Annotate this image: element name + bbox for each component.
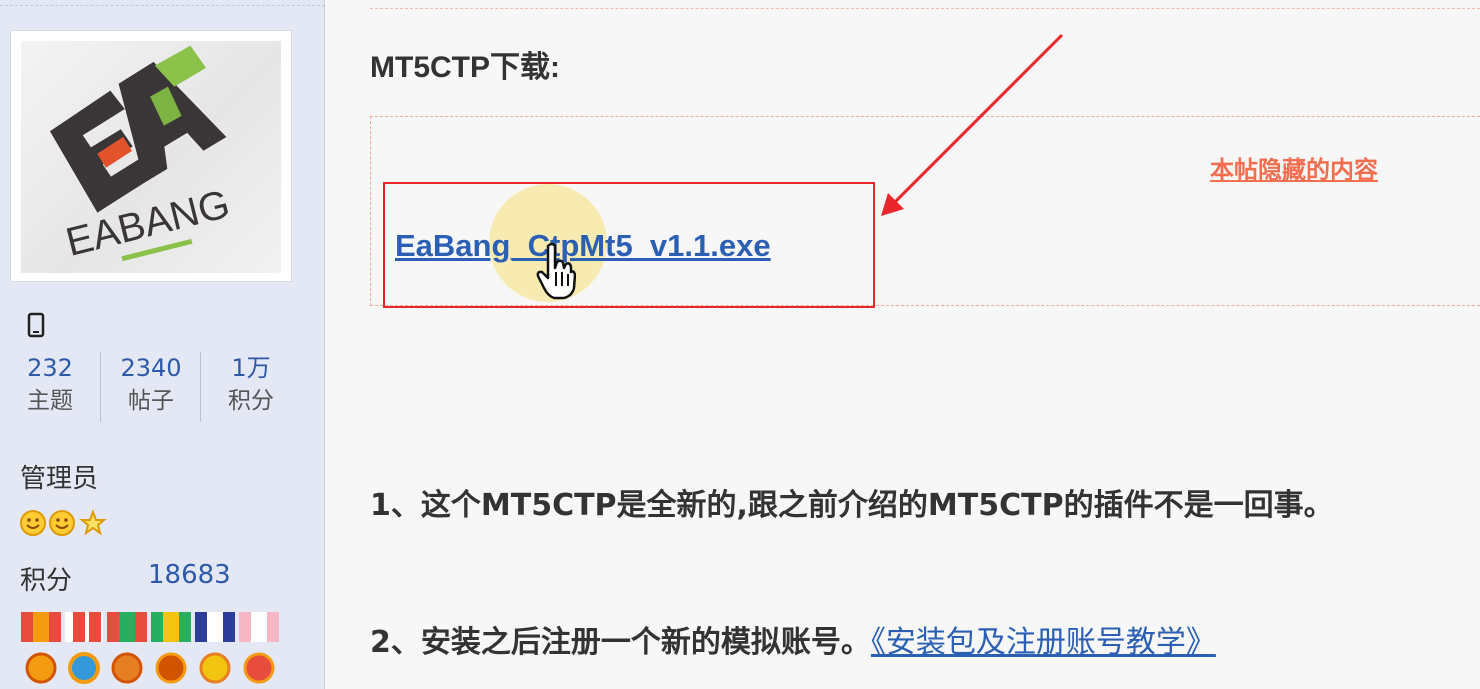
tutorial-link[interactable]: 《安装包及注册账号教学》 xyxy=(871,625,1216,660)
stat-threads[interactable]: 232 主题 xyxy=(0,352,100,422)
smiley-level-icon xyxy=(49,510,75,536)
hand-cursor-icon xyxy=(536,242,576,300)
avatar[interactable]: EABANG xyxy=(10,30,292,282)
medal-icon xyxy=(151,612,191,684)
stat-posts-label[interactable]: 帖子 xyxy=(101,384,201,418)
avatar-logo: EABANG xyxy=(21,41,281,273)
smiley-level-icon xyxy=(20,510,46,536)
hidden-content-label: 本帖隐藏的内容 xyxy=(1210,156,1378,184)
annotation-box xyxy=(383,182,875,308)
medal-icon xyxy=(239,612,279,684)
divider xyxy=(370,8,1480,9)
user-stats: 232 主题 2340 帖子 1万 积分 xyxy=(0,352,325,422)
red-arrow-icon xyxy=(881,33,1064,216)
medal-icon xyxy=(21,612,61,684)
divider xyxy=(0,5,325,6)
paragraph-2-text: 2、安装之后注册一个新的模拟账号。 xyxy=(370,625,871,660)
points-label: 积分 xyxy=(20,566,73,596)
stat-points-label[interactable]: 积分 xyxy=(201,384,301,418)
medal-icon xyxy=(195,612,235,684)
paragraph-2: 2、安装之后注册一个新的模拟账号。《安装包及注册账号教学》 xyxy=(370,617,1216,661)
user-level-icons xyxy=(20,509,107,536)
medal-icon xyxy=(65,612,103,684)
star-level-icon xyxy=(79,509,107,536)
stat-threads-value[interactable]: 232 xyxy=(0,352,100,384)
mobile-device-icon[interactable] xyxy=(27,312,45,340)
medals[interactable] xyxy=(19,612,284,689)
stat-threads-label[interactable]: 主题 xyxy=(0,384,100,418)
stat-points[interactable]: 1万 积分 xyxy=(200,352,301,422)
paragraph-1: 1、这个MT5CTP是全新的,跟之前介绍的MT5CTP的插件不是一回事。 xyxy=(370,488,1334,523)
medal-icon xyxy=(107,612,147,684)
user-role[interactable]: 管理员 xyxy=(20,458,98,495)
post-content: MT5CTP下载: 本帖隐藏的内容 EaBang_CtpMt5_v1.1.exe… xyxy=(326,0,1480,689)
stat-posts[interactable]: 2340 帖子 xyxy=(100,352,201,422)
download-heading: MT5CTP下载: xyxy=(370,51,560,84)
points-row: 积分 18683 xyxy=(20,560,320,597)
points-value: 18683 xyxy=(148,560,231,590)
stat-posts-value[interactable]: 2340 xyxy=(101,352,201,384)
stat-points-value[interactable]: 1万 xyxy=(201,352,301,384)
user-sidebar: EABANG 232 主题 2340 帖子 1万 积分 管理员 积分 18683 xyxy=(0,0,325,689)
